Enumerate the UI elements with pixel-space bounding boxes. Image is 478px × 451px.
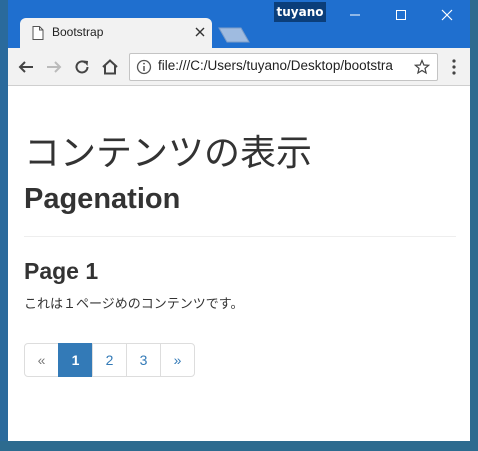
forward-button[interactable] — [42, 55, 66, 79]
desktop-background — [0, 441, 478, 451]
pagination: « 1 2 3 » — [24, 343, 195, 377]
pagination-prev[interactable]: « — [24, 343, 59, 377]
close-window-button[interactable] — [424, 0, 470, 30]
new-tab-button[interactable] — [218, 27, 250, 43]
title-bar: tuyano Bootstrap — [8, 0, 470, 48]
close-tab-icon — [195, 27, 205, 37]
bookmark-button[interactable] — [412, 57, 432, 77]
page-heading: コンテンツの表示 — [24, 133, 313, 174]
more-vertical-icon — [452, 59, 456, 75]
reload-button[interactable] — [70, 55, 94, 79]
pagination-page-1[interactable]: 1 — [58, 343, 93, 377]
tab-bootstrap[interactable]: Bootstrap — [20, 18, 212, 48]
pagination-page-2[interactable]: 2 — [92, 343, 127, 377]
maximize-button[interactable] — [378, 0, 424, 30]
back-button[interactable] — [14, 55, 38, 79]
tab-title: Bootstrap — [52, 25, 104, 39]
maximize-icon — [396, 10, 406, 20]
home-button[interactable] — [98, 55, 122, 79]
address-bar[interactable]: file:///C:/Users/tuyano/Desktop/bootstra — [129, 53, 438, 81]
browser-menu-button[interactable] — [444, 55, 464, 79]
page-icon — [32, 26, 44, 40]
content-paragraph: これは１ページめのコンテンツです。 — [24, 297, 244, 312]
desktop-edge — [0, 0, 8, 451]
url-text[interactable]: file:///C:/Users/tuyano/Desktop/bootstra — [158, 58, 408, 73]
pagination-next[interactable]: » — [160, 343, 195, 377]
arrow-left-icon — [18, 61, 33, 73]
divider — [24, 236, 456, 237]
minimize-button[interactable] — [332, 0, 378, 30]
star-icon — [414, 59, 430, 75]
pagination-page-3[interactable]: 3 — [126, 343, 161, 377]
content-heading: Page 1 — [24, 258, 99, 284]
info-icon[interactable] — [136, 59, 152, 75]
profile-badge[interactable]: tuyano — [274, 2, 326, 22]
arrow-right-icon — [47, 61, 62, 73]
home-icon — [102, 59, 118, 75]
close-icon — [441, 9, 453, 21]
tab-close-button[interactable] — [192, 24, 208, 40]
section-heading: Pagenation — [24, 183, 181, 215]
reload-icon — [75, 60, 89, 74]
browser-window: tuyano Bootstrap file:///C:/Users/tuyano… — [8, 0, 470, 441]
browser-toolbar: file:///C:/Users/tuyano/Desktop/bootstra — [8, 48, 470, 86]
minimize-icon — [350, 14, 360, 16]
page-viewport: コンテンツの表示 Pagenation Page 1 これは１ページめのコンテン… — [8, 86, 470, 441]
